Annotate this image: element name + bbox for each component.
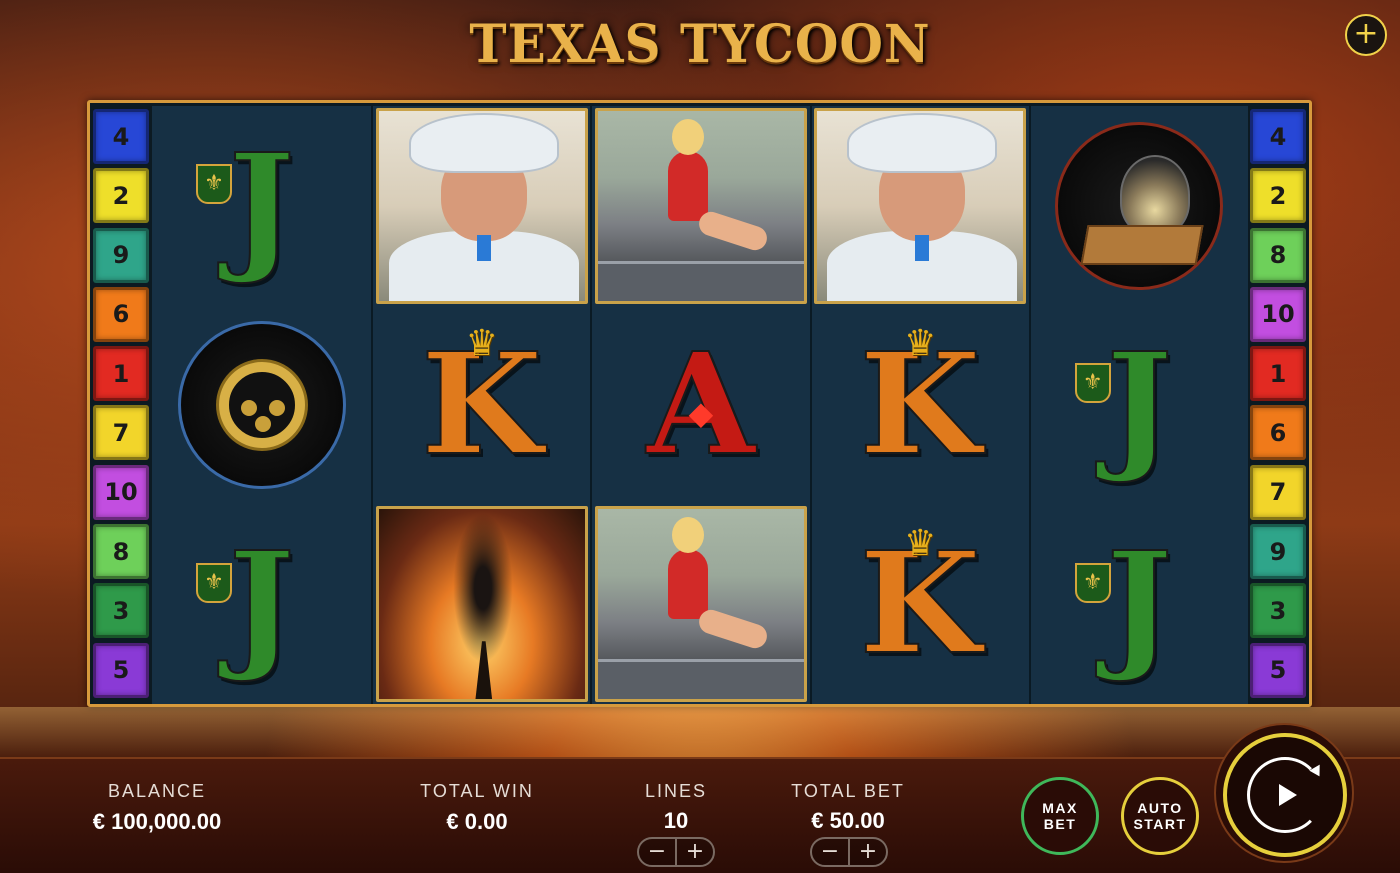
- symbol-cell: [373, 505, 590, 704]
- lines-increase-button[interactable]: +: [677, 839, 713, 865]
- crown-icon: ♛: [465, 322, 498, 364]
- payline-badge[interactable]: 1: [1250, 346, 1306, 402]
- lines-decrease-button[interactable]: −: [639, 839, 677, 865]
- payline-badge[interactable]: 4: [1250, 109, 1306, 164]
- symbol-brandy-cigar: [1055, 121, 1224, 290]
- spin-play-icon: [1247, 757, 1323, 833]
- symbol-cell: K ♛: [812, 505, 1029, 704]
- ruby-icon: ◆: [688, 395, 714, 432]
- payline-badge[interactable]: 6: [93, 286, 149, 342]
- payline-badge[interactable]: 7: [93, 405, 149, 461]
- payline-badge[interactable]: 5: [93, 642, 149, 698]
- reels: J ⚜ J ⚜ K ♛ A ◆ K ♛ K ♛ J ⚜ J ⚜: [152, 106, 1248, 704]
- lines-stepper: − +: [637, 837, 715, 867]
- symbol-cell: [1031, 106, 1248, 305]
- horizon-strip: [0, 707, 1400, 757]
- symbol-gold-watch: [177, 320, 346, 489]
- payline-badge[interactable]: 2: [1250, 168, 1306, 224]
- symbol-girl-on-car: [594, 107, 807, 304]
- max-bet-button[interactable]: MAX BET: [1021, 777, 1099, 855]
- symbol-cell: [592, 505, 809, 704]
- reel: J ⚜ J ⚜: [1028, 106, 1248, 704]
- payline-badge[interactable]: 10: [1250, 286, 1306, 342]
- symbol-tycoon: [375, 107, 588, 304]
- fleur-de-lis-icon: ⚜: [196, 562, 232, 603]
- payline-badge[interactable]: 3: [1250, 583, 1306, 639]
- symbol-cell: [592, 106, 809, 305]
- total-bet-value: € 50.00: [811, 808, 885, 833]
- plus-icon[interactable]: +: [1345, 14, 1387, 56]
- symbol-j: J: [227, 123, 295, 288]
- payline-badge[interactable]: 8: [1250, 227, 1306, 283]
- reel: J ⚜ J ⚜: [152, 106, 372, 704]
- symbol-j: J: [1105, 522, 1173, 687]
- crown-icon: ♛: [904, 322, 937, 364]
- payline-badge[interactable]: 8: [93, 524, 149, 580]
- total-win-value: € 0.00: [446, 809, 508, 834]
- total-bet-label: TOTAL BET: [791, 781, 905, 801]
- payline-badge[interactable]: 4: [93, 109, 149, 164]
- symbol-cell: [152, 305, 371, 504]
- balance-value: € 100,000.00: [92, 809, 222, 834]
- payline-badge[interactable]: 1: [93, 346, 149, 402]
- payline-indicators-right: 4 2 8 10 1 6 7 9 3 5: [1250, 109, 1306, 702]
- payline-badge[interactable]: 2: [93, 168, 149, 224]
- symbol-cell: K ♛: [812, 305, 1029, 504]
- spin-button[interactable]: [1223, 733, 1347, 857]
- crown-icon: ♛: [904, 521, 937, 563]
- bet-decrease-button[interactable]: −: [812, 839, 850, 865]
- symbol-cell: K ♛: [373, 305, 590, 504]
- auto-start-button[interactable]: AUTO START: [1121, 777, 1199, 855]
- symbol-cell: J ⚜: [1031, 505, 1248, 704]
- symbol-j: J: [1105, 322, 1173, 487]
- fleur-de-lis-icon: ⚜: [1074, 562, 1111, 603]
- symbol-cell: A ◆: [592, 305, 809, 504]
- lines-value: 10: [663, 808, 689, 833]
- payline-badge[interactable]: 10: [93, 464, 149, 520]
- control-panel: BALANCE € 100,000.00 TOTAL WIN € 0.00 LI…: [0, 757, 1400, 873]
- max-bet-line2: BET: [1043, 816, 1077, 832]
- payline-badge[interactable]: 7: [1250, 464, 1306, 520]
- auto-start-line2: START: [1133, 816, 1187, 832]
- lines-label: LINES: [644, 781, 708, 801]
- reel-frame: 4 2 9 6 1 7 10 8 3 5 J ⚜ J ⚜ K ♛ A ◆ K ♛ K ♛ J ⚜ J ⚜ 4 2 8 10 1 6 7 9 3 5: [87, 100, 1312, 707]
- payline-badge[interactable]: 3: [93, 583, 149, 639]
- fleur-de-lis-icon: ⚜: [1074, 363, 1111, 404]
- reel: K ♛ K ♛: [809, 106, 1029, 704]
- reel: A ◆: [590, 106, 810, 704]
- bet-stepper: − +: [810, 837, 888, 867]
- max-bet-line1: MAX: [1042, 800, 1078, 816]
- payline-indicators-left: 4 2 9 6 1 7 10 8 3 5: [93, 109, 149, 702]
- total-win-label: TOTAL WIN: [420, 781, 534, 801]
- symbol-cell: [812, 106, 1029, 305]
- bet-increase-button[interactable]: +: [850, 839, 886, 865]
- reel: K ♛: [371, 106, 591, 704]
- symbol-girl-on-car: [594, 506, 807, 703]
- balance-label: BALANCE: [107, 781, 207, 801]
- payline-badge[interactable]: 5: [1250, 642, 1306, 698]
- symbol-oil-gusher: [375, 506, 588, 703]
- symbol-tycoon: [814, 107, 1027, 304]
- fleur-de-lis-icon: ⚜: [196, 164, 232, 204]
- payline-badge[interactable]: 9: [93, 227, 149, 283]
- auto-start-line1: AUTO: [1137, 800, 1183, 816]
- payline-badge[interactable]: 6: [1250, 405, 1306, 461]
- game-title: TEXAS TYCOON: [469, 12, 931, 75]
- symbol-cell: J ⚜: [152, 505, 371, 704]
- symbol-cell: J ⚜: [1031, 305, 1248, 504]
- symbol-j: J: [227, 522, 295, 687]
- symbol-cell: J ⚜: [152, 106, 371, 305]
- symbol-cell: [373, 106, 590, 305]
- payline-badge[interactable]: 9: [1250, 524, 1306, 580]
